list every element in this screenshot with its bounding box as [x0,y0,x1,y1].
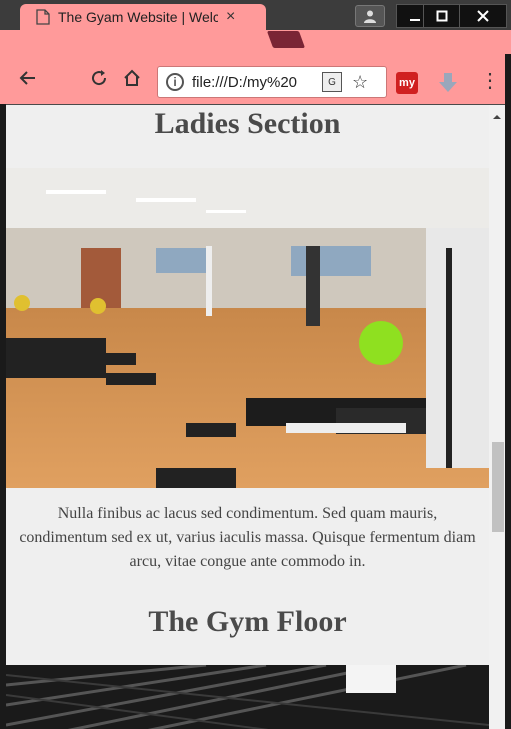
url-text: file:///D:/my%20 [192,73,298,91]
close-window-icon [477,10,489,22]
maximize-icon [436,10,448,22]
section-paragraph-ladies: Nulla finibus ac lacus sed condimentum. … [19,505,476,570]
vertical-scrollbar[interactable] [489,105,505,729]
home-button[interactable] [120,66,144,90]
tab-strip [0,30,511,54]
new-tab-button[interactable] [266,31,306,48]
reload-button[interactable] [87,66,111,90]
document-icon [36,9,50,25]
section-heading-gym-floor: The Gym Floor [148,605,347,638]
close-icon[interactable]: × [226,8,235,26]
person-icon [364,10,376,23]
extension-my-button[interactable]: my [396,72,418,94]
minimize-icon [410,19,420,21]
section-heading-ladies: Ladies Section [154,107,341,140]
browser-toolbar: i file:///D:/my%20 G ☆ my ⋮ [0,54,511,104]
browser-tab[interactable]: The Gyam Website | Welc × [20,4,266,30]
home-icon [124,69,140,86]
maximize-button[interactable] [423,4,461,28]
menu-icon[interactable]: ⋮ [480,68,500,93]
tab-title: The Gyam Website | Welc [58,9,218,25]
star-icon[interactable]: ☆ [352,72,368,93]
translate-icon[interactable]: G [322,72,342,92]
info-icon[interactable]: i [166,73,184,91]
back-button[interactable] [16,66,40,90]
scroll-up-icon[interactable] [489,109,505,125]
close-window-button[interactable] [459,4,507,28]
page-content: Ladies Section Nulla finibus ac lacus se… [6,105,489,729]
title-bar: The Gyam Website | Welc × [0,0,511,30]
browser-window: The Gyam Website | Welc × i file:///D:/m… [0,0,511,729]
gym-photo-floor [6,665,489,729]
profile-button[interactable] [355,5,385,27]
reload-icon [92,70,107,86]
window-frame-right [505,54,511,729]
back-arrow-icon [19,71,35,85]
scrollbar-thumb[interactable] [492,442,504,532]
address-bar[interactable]: i file:///D:/my%20 G ☆ [157,66,387,98]
download-extension-icon[interactable] [438,72,458,94]
gym-photo-ladies [6,168,489,488]
